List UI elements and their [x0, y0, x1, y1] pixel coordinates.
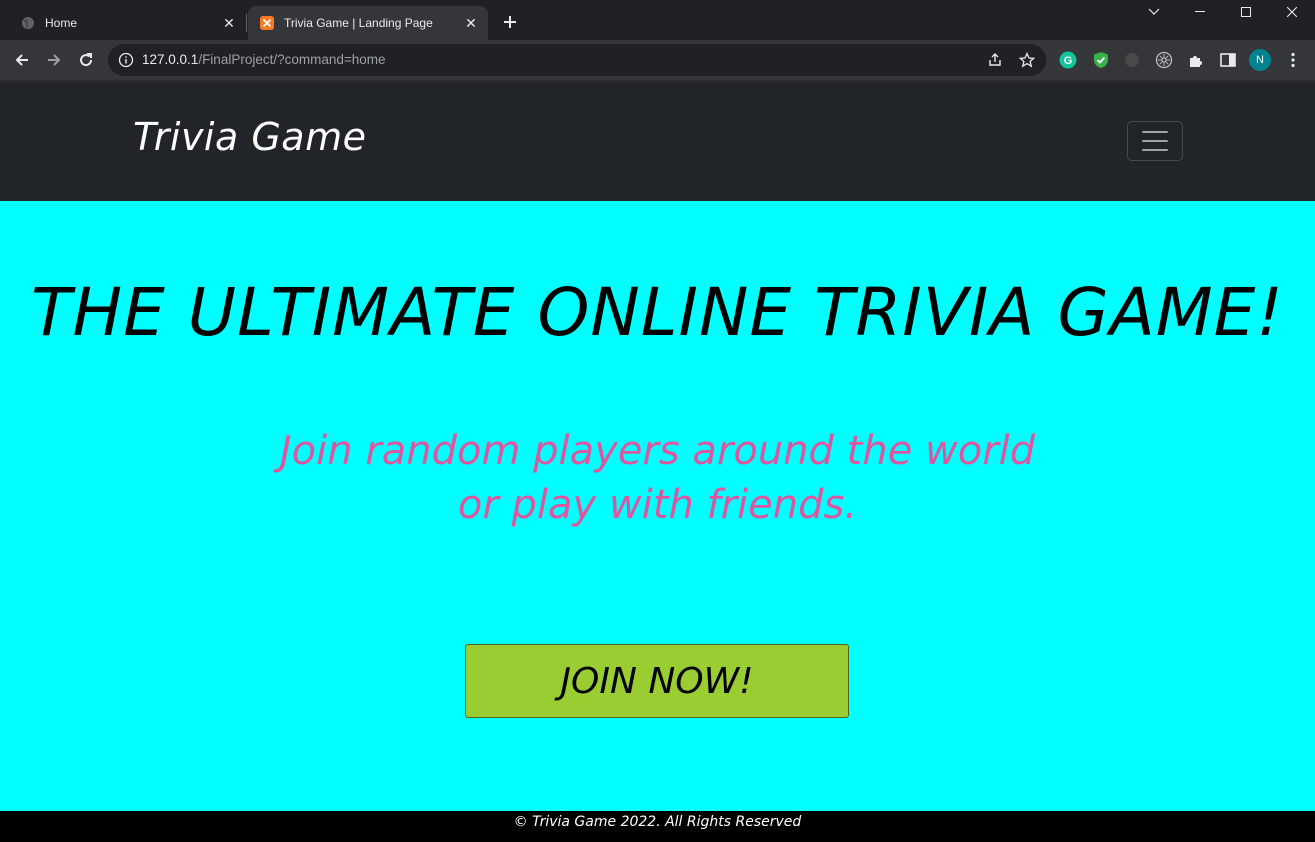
- browser-toolbar: 127.0.0.1/FinalProject/?command=home G N: [0, 40, 1315, 80]
- tab-trivia-landing[interactable]: Trivia Game | Landing Page ✕: [248, 6, 488, 40]
- subtitle-line: or play with friends.: [457, 482, 858, 528]
- site-navbar: Trivia Game: [0, 82, 1315, 201]
- tab-search-button[interactable]: [1131, 0, 1177, 24]
- reload-icon: [80, 53, 93, 67]
- kebab-menu-icon[interactable]: [1283, 50, 1303, 70]
- chevron-down-icon: [1148, 8, 1160, 15]
- forward-arrow-icon: [48, 54, 61, 66]
- minimize-button[interactable]: [1177, 0, 1223, 24]
- reload-button[interactable]: [72, 46, 100, 74]
- url-text[interactable]: 127.0.0.1/FinalProject/?command=home: [142, 52, 386, 67]
- shield-check-icon[interactable]: [1091, 50, 1111, 70]
- share-icon[interactable]: [986, 51, 1004, 69]
- forward-button[interactable]: [40, 46, 68, 74]
- browser-tabstrip: Home ✕ Trivia Game | Landing Page ✕: [0, 0, 1315, 40]
- close-tab-icon[interactable]: ✕: [218, 12, 240, 34]
- back-arrow-icon: [15, 54, 28, 66]
- tab-title: Trivia Game | Landing Page: [284, 16, 433, 30]
- minimize-icon: [1195, 11, 1205, 12]
- navbar-toggler-button[interactable]: [1127, 121, 1183, 161]
- sidepanel-icon[interactable]: [1218, 50, 1238, 70]
- window-controls: [1131, 0, 1315, 24]
- hero-subtitle: Join random players around the world or …: [0, 424, 1315, 532]
- close-window-button[interactable]: [1269, 0, 1315, 24]
- xampp-icon: [259, 15, 275, 31]
- hamburger-icon-bar: [1142, 140, 1168, 142]
- star-icon[interactable]: [1018, 51, 1036, 69]
- hamburger-icon-bar: [1142, 149, 1168, 151]
- close-icon: [1287, 7, 1297, 17]
- new-tab-button[interactable]: [498, 10, 522, 34]
- url-path: /FinalProject/?command=home: [198, 52, 386, 67]
- back-button[interactable]: [8, 46, 36, 74]
- hamburger-icon-bar: [1142, 131, 1168, 133]
- cog-extension-icon[interactable]: [1154, 50, 1174, 70]
- site-footer: © Trivia Game 2022. All Rights Reserved: [0, 811, 1315, 842]
- join-now-button[interactable]: JOIN NOW!: [465, 644, 849, 718]
- address-bar[interactable]: 127.0.0.1/FinalProject/?command=home: [108, 44, 1046, 76]
- profile-avatar[interactable]: N: [1249, 49, 1271, 71]
- url-host: 127.0.0.1: [142, 52, 199, 67]
- tab-divider: [246, 14, 247, 32]
- tab-title: Home: [45, 16, 78, 30]
- globe-icon: [20, 15, 36, 31]
- close-tab-icon[interactable]: ✕: [460, 12, 482, 34]
- maximize-button[interactable]: [1223, 0, 1269, 24]
- grammarly-icon[interactable]: G: [1058, 50, 1078, 70]
- info-icon[interactable]: [118, 52, 134, 68]
- puzzle-icon[interactable]: [1186, 50, 1206, 70]
- page-content: Trivia Game THE ULTIMATE ONLINE TRIVIA G…: [0, 82, 1315, 842]
- tab-home[interactable]: Home ✕: [8, 6, 246, 40]
- navbar-brand[interactable]: Trivia Game: [133, 115, 366, 159]
- subtitle-line: Join random players around the world: [279, 428, 1036, 474]
- footer-copyright: © Trivia Game 2022. All Rights Reserved: [513, 814, 802, 830]
- svg-text:G: G: [1064, 55, 1073, 67]
- extension-dot-icon[interactable]: [1122, 50, 1142, 70]
- hero-headline: THE ULTIMATE ONLINE TRIVIA GAME!: [31, 274, 1284, 351]
- plus-icon: [504, 16, 516, 28]
- maximize-icon: [1241, 7, 1251, 17]
